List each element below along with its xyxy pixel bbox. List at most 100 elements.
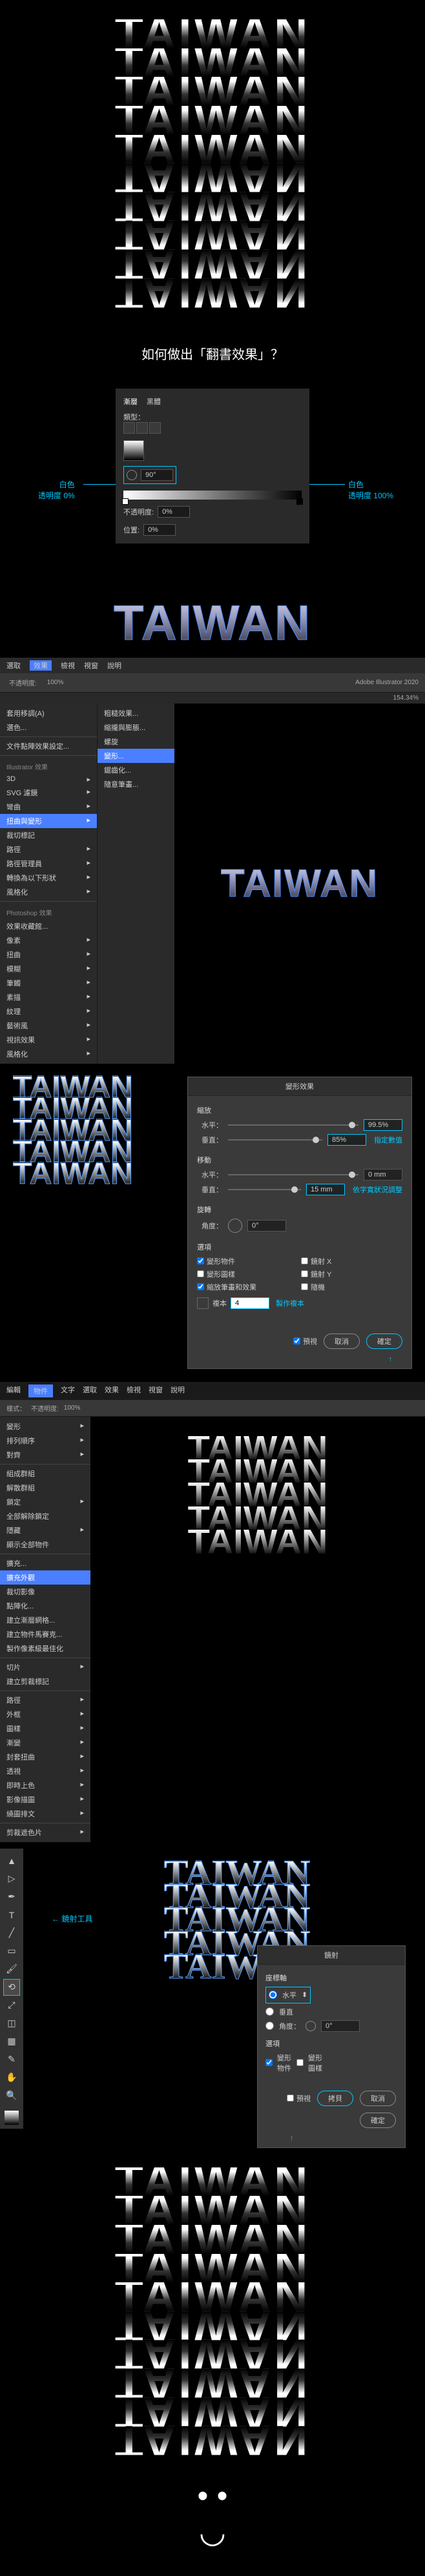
menu-item[interactable]: 筆觸▸ — [0, 976, 97, 990]
menu-help[interactable]: 說明 — [171, 1384, 185, 1397]
h-slider[interactable] — [228, 1124, 358, 1126]
menu-item[interactable]: 建立剪裁標記 — [0, 1674, 90, 1689]
direct-select-tool-icon[interactable]: ▷ — [3, 1871, 20, 1887]
menu-item[interactable]: 視訊效果▸ — [0, 1033, 97, 1047]
selection-tool-icon[interactable]: ▲ — [3, 1852, 20, 1869]
angle-dial-icon[interactable] — [228, 1219, 242, 1233]
menu-object[interactable]: 物件 — [28, 1384, 53, 1397]
menu-item[interactable]: 風格化▸ — [0, 1047, 97, 1061]
menu-item[interactable]: 排列順序▸ — [0, 1434, 90, 1448]
menu-item-svg[interactable]: SVG 濾鏡▸ — [0, 786, 97, 800]
menu-view[interactable]: 檢視 — [61, 660, 75, 671]
menu-item[interactable]: 組成群組 — [0, 1466, 90, 1481]
menu-item[interactable]: 選色... — [0, 720, 97, 735]
opacity-input[interactable] — [158, 506, 190, 518]
angle-input[interactable] — [247, 1220, 286, 1232]
gradient-slider[interactable] — [123, 491, 302, 500]
menu-item-convert[interactable]: 轉換為以下形狀▸ — [0, 871, 97, 885]
menu-item[interactable]: 透視▸ — [0, 1764, 90, 1778]
menu-effect[interactable]: 效果 — [105, 1384, 119, 1397]
menu-item[interactable]: 製作像素級最佳化 — [0, 1641, 90, 1656]
tab-font[interactable]: 黑體 — [147, 396, 161, 407]
opt-obj[interactable]: 變形物件 — [265, 2053, 291, 2073]
tab-gradient[interactable]: 漸層 — [123, 396, 138, 407]
angle-input[interactable] — [141, 469, 173, 481]
axis-angle-radio[interactable] — [265, 2022, 274, 2030]
menu-item[interactable]: 顯示全部物件 — [0, 1537, 90, 1552]
menu-item[interactable]: 效果收藏館... — [0, 919, 97, 933]
menu-item[interactable]: 全部解除鎖定 — [0, 1509, 90, 1523]
freeform-gradient-icon[interactable] — [149, 422, 161, 434]
menu-item-pathfinder[interactable]: 路徑管理員▸ — [0, 857, 97, 871]
menu-item[interactable]: 圖樣▸ — [0, 1721, 90, 1736]
gradient-swatch[interactable] — [123, 440, 144, 461]
eyedropper-tool-icon[interactable]: ✎ — [3, 2051, 20, 2068]
menu-item[interactable]: 即時上色▸ — [0, 1778, 90, 1792]
anchor-grid-icon[interactable] — [197, 1297, 209, 1309]
mh-slider[interactable] — [228, 1174, 358, 1175]
axis-h-radio[interactable] — [269, 1991, 277, 1999]
menu-type[interactable]: 文字 — [61, 1384, 75, 1397]
menu-item[interactable]: 封套扭曲▸ — [0, 1750, 90, 1764]
menu-select[interactable]: 選取 — [83, 1384, 97, 1397]
pen-tool-icon[interactable]: ✒ — [3, 1889, 20, 1905]
menu-item[interactable]: 鎖定▸ — [0, 1495, 90, 1509]
mv-input[interactable] — [306, 1184, 345, 1195]
angle-input[interactable] — [321, 2020, 360, 2032]
v-slider[interactable] — [228, 1139, 322, 1141]
radial-gradient-icon[interactable] — [136, 422, 148, 434]
menu-effect[interactable]: 效果 — [30, 660, 52, 671]
opt-random[interactable]: 隨機 — [301, 1282, 402, 1292]
zoom-value[interactable]: 154.34% — [393, 695, 419, 702]
mh-input[interactable] — [364, 1169, 402, 1181]
menu-item-stylize[interactable]: 風格化▸ — [0, 885, 97, 899]
opt-pattern[interactable]: 變形圖樣 — [296, 2053, 322, 2073]
submenu-item[interactable]: 螺旋 — [98, 735, 174, 749]
submenu-item-transform[interactable]: 變形... — [98, 749, 174, 763]
menu-item[interactable]: 建立物件馬賽克... — [0, 1627, 90, 1641]
preview-checkbox[interactable]: 預視 — [293, 1334, 317, 1349]
angle-dial-icon[interactable] — [306, 2021, 316, 2031]
menu-help[interactable]: 說明 — [107, 660, 121, 671]
rect-tool-icon[interactable]: ▭ — [3, 1943, 20, 1960]
axis-v-radio[interactable] — [265, 2007, 274, 2016]
eraser-tool-icon[interactable]: ◫ — [3, 2015, 20, 2032]
submenu-item[interactable]: 鋸齒化... — [98, 763, 174, 777]
v-scale-input[interactable] — [327, 1134, 366, 1146]
reflect-tool-icon[interactable]: ⟲ — [3, 1979, 20, 1996]
menu-item[interactable]: 裁切影像 — [0, 1585, 90, 1599]
opacity-value[interactable]: 100% — [64, 1405, 81, 1412]
h-scale-input[interactable] — [364, 1119, 402, 1131]
menu-item[interactable]: 建立漸層網格... — [0, 1613, 90, 1627]
menu-item[interactable]: 文件點陣效果設定... — [0, 739, 97, 753]
menu-view[interactable]: 檢視 — [127, 1384, 141, 1397]
menu-window[interactable]: 視窗 — [149, 1384, 163, 1397]
ok-button[interactable]: 確定 — [360, 2113, 396, 2128]
zoom-tool-icon[interactable]: 🔍 — [3, 2087, 20, 2104]
mv-slider[interactable] — [228, 1189, 301, 1190]
menu-item-warp[interactable]: 彎曲▸ — [0, 800, 97, 814]
copies-input[interactable] — [231, 1297, 269, 1309]
submenu-item[interactable]: 隨意筆畫... — [98, 777, 174, 791]
menu-item[interactable]: 擴充... — [0, 1556, 90, 1570]
menu-item-distort[interactable]: 扭曲與變形▸ — [0, 814, 97, 828]
cancel-button[interactable]: 取消 — [324, 1334, 360, 1349]
gradient-stop-right[interactable] — [296, 498, 303, 505]
hand-tool-icon[interactable]: ✋ — [3, 2069, 20, 2086]
line-tool-icon[interactable]: ╱ — [3, 1925, 20, 1942]
menu-item[interactable]: 繞圖排文▸ — [0, 1807, 90, 1821]
gradient-tool-icon[interactable]: ▦ — [3, 2033, 20, 2050]
menu-item[interactable]: 路徑▸ — [0, 1693, 90, 1707]
copy-button[interactable]: 拷貝 — [317, 2091, 353, 2106]
linear-gradient-icon[interactable] — [123, 422, 135, 434]
submenu-item[interactable]: 粗糙效果... — [98, 706, 174, 720]
opt-scale-strokes[interactable]: 縮放筆畫和效果 — [197, 1282, 298, 1292]
menu-item-expand-appearance[interactable]: 擴充外觀 — [0, 1570, 90, 1585]
position-input[interactable] — [143, 524, 176, 536]
menu-item[interactable]: 外框▸ — [0, 1707, 90, 1721]
menu-item-path[interactable]: 路徑▸ — [0, 842, 97, 857]
cancel-button[interactable]: 取消 — [360, 2091, 396, 2106]
menu-item[interactable]: 對齊▸ — [0, 1448, 90, 1462]
menu-item[interactable]: 套用移調(A) — [0, 706, 97, 720]
menu-item[interactable]: 紋理▸ — [0, 1004, 97, 1019]
